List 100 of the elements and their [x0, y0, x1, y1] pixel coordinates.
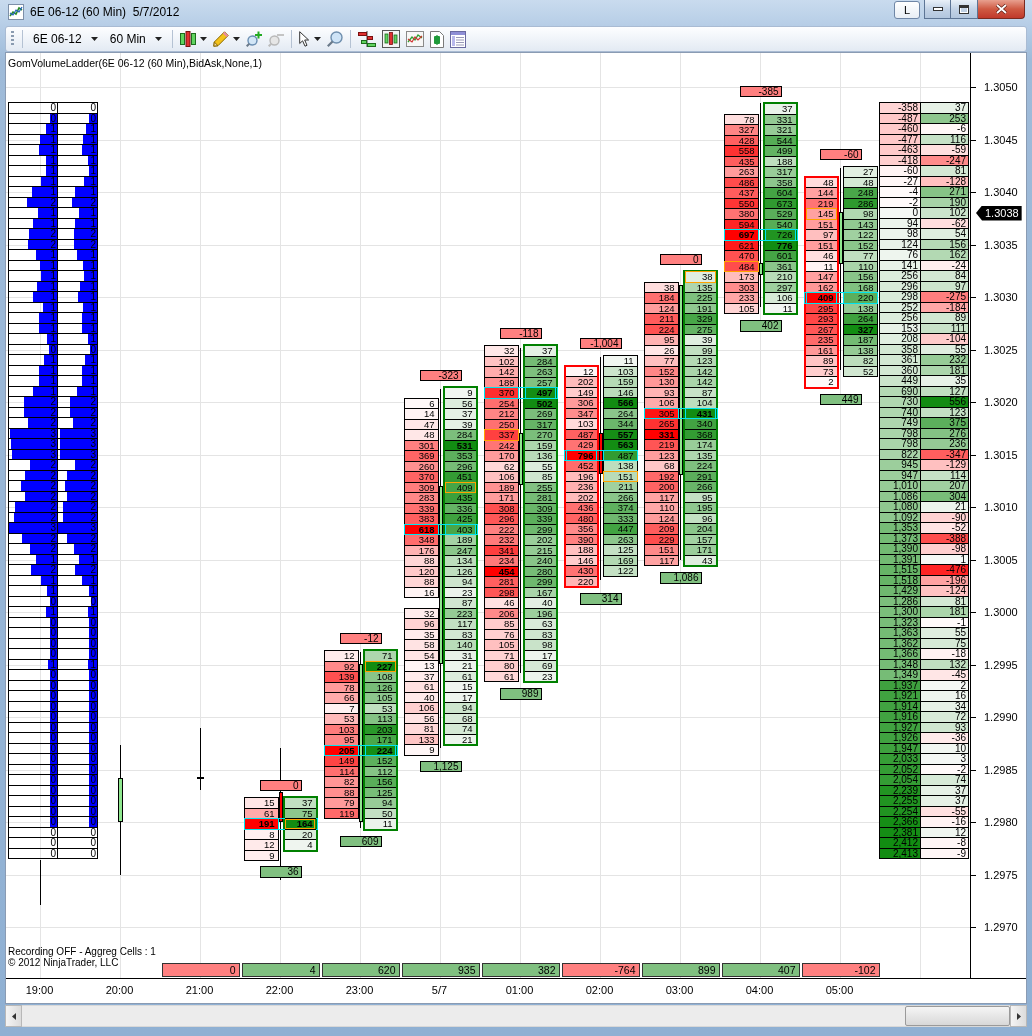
- candles-icon: [179, 31, 196, 47]
- ask-cell: 284: [444, 429, 476, 441]
- ladder-value: 0: [90, 785, 97, 795]
- ask-cell: 187: [842, 334, 878, 346]
- ask-cell: 529: [764, 208, 796, 220]
- ask-cell: 104: [684, 397, 716, 409]
- bar-bottom-value: 1,125: [419, 760, 462, 772]
- ask-cell: 40: [524, 597, 556, 609]
- scroll-right-button[interactable]: [1010, 1005, 1027, 1027]
- ask-cell: 344: [602, 418, 638, 430]
- bid-cell: 470: [723, 250, 759, 262]
- period-dropdown[interactable]: 60 Min: [103, 28, 168, 50]
- bar-top-value: -323: [419, 369, 462, 381]
- ladder-value: 1: [50, 365, 57, 375]
- profile-cell: -36: [920, 732, 969, 744]
- ladder-value: 1: [90, 313, 97, 323]
- pointer-icon: [298, 31, 310, 47]
- price-label: 1.3010: [984, 500, 1018, 514]
- ladder-value: 0: [90, 754, 97, 764]
- ask-cell: 136: [524, 450, 556, 462]
- bid-cell: 80: [483, 660, 519, 672]
- ask-cell: 43: [684, 554, 716, 565]
- ladder-value: 0: [50, 817, 57, 827]
- profile-cell: -59: [920, 144, 969, 156]
- bid-cell: 58: [403, 639, 439, 651]
- ladder-value: 1: [50, 250, 57, 260]
- price-label: 1.3005: [984, 552, 1018, 567]
- ladder-value: 2: [50, 565, 57, 575]
- ladder-value: 1: [50, 260, 57, 270]
- ladder-value: 0: [50, 113, 57, 123]
- ask-cell: 9: [444, 388, 476, 399]
- caret-icon: [154, 37, 162, 41]
- bid-cell: 13: [403, 660, 439, 672]
- ladder-value: 2: [50, 460, 57, 470]
- ladder-value: 1: [90, 218, 97, 228]
- title-bar-button[interactable]: L: [894, 1, 920, 19]
- instrument-dropdown[interactable]: 6E 06-12: [27, 28, 104, 50]
- ladder-value: 0: [90, 670, 97, 680]
- bid-cell: 281: [483, 576, 519, 588]
- bid-cell: 383: [403, 513, 439, 525]
- bid-cell: 436: [565, 502, 597, 514]
- ladder-value: 2: [50, 502, 57, 512]
- bid-cell: 14: [403, 408, 439, 420]
- profile-cell: 21: [920, 501, 969, 513]
- bar-top-value: -60: [819, 148, 862, 160]
- ladder-value: 3: [90, 439, 97, 449]
- bid-cell: 68: [643, 460, 679, 472]
- ask-cell: 499: [764, 145, 796, 157]
- ask-cell: 604: [764, 187, 796, 199]
- ask-cell: 210: [764, 271, 796, 283]
- bid-cell: 106: [643, 397, 679, 409]
- bid-cell: 697: [723, 229, 759, 241]
- bid-cell: 6: [403, 397, 439, 409]
- scroll-left-button[interactable]: [5, 1005, 22, 1027]
- ask-cell: 125: [602, 544, 638, 556]
- bar-bottom-value: 989: [499, 688, 542, 700]
- ask-cell: 317: [764, 166, 796, 178]
- ask-cell: 11: [764, 302, 796, 313]
- ladder-value: 0: [50, 806, 57, 816]
- ladder-value: 2: [50, 470, 57, 480]
- price-label: 1.2990: [984, 710, 1018, 724]
- ladder-value: 0: [90, 806, 97, 816]
- time-label: 20:00: [105, 984, 134, 997]
- ask-cell: 37: [284, 798, 316, 809]
- bid-cell: 369: [403, 450, 439, 462]
- bid-cell: 106: [483, 471, 519, 483]
- ladder-value: 1: [50, 281, 57, 291]
- ladder-value: 1: [90, 260, 97, 270]
- ladder-value: 1: [50, 208, 57, 218]
- minimize-button[interactable]: [924, 0, 951, 19]
- profile-cell: 3: [920, 753, 969, 765]
- ask-cell: 204: [684, 523, 716, 535]
- ladder-value: 0: [50, 680, 57, 690]
- ask-cell: 264: [842, 313, 878, 325]
- profile-cell: 16: [920, 690, 969, 702]
- price-label: 1.2970: [984, 920, 1018, 934]
- ladder-value: 2: [50, 397, 57, 407]
- ladder-value: 1: [90, 365, 97, 375]
- footer-value: 4: [241, 963, 320, 977]
- price-label: 1.3045: [984, 132, 1018, 147]
- bid-cell: 209: [643, 523, 679, 535]
- price-label: 1.2985: [984, 762, 1018, 777]
- ladder-value: 0: [90, 638, 97, 648]
- bid-cell: 38: [643, 281, 679, 293]
- bid-cell: 202: [565, 376, 597, 388]
- bid-cell: 66: [323, 692, 359, 704]
- bar-top-value: -12: [339, 632, 382, 644]
- ladder-value: 2: [50, 512, 57, 522]
- close-button[interactable]: [978, 0, 1025, 19]
- toolbar-grip[interactable]: [11, 31, 14, 47]
- scrollbar-thumb[interactable]: [905, 1006, 1010, 1026]
- ladder-value: 1: [50, 145, 57, 155]
- ladder-value: 2: [90, 491, 97, 501]
- ladder-value: 1: [90, 166, 97, 176]
- ask-cell: 447: [602, 523, 638, 535]
- maximize-button[interactable]: [951, 0, 978, 19]
- left-arrow-icon: [11, 1012, 16, 1020]
- ladder-value: 1: [90, 292, 97, 302]
- caret-icon: [232, 37, 240, 41]
- ask-cell: 21: [444, 733, 476, 744]
